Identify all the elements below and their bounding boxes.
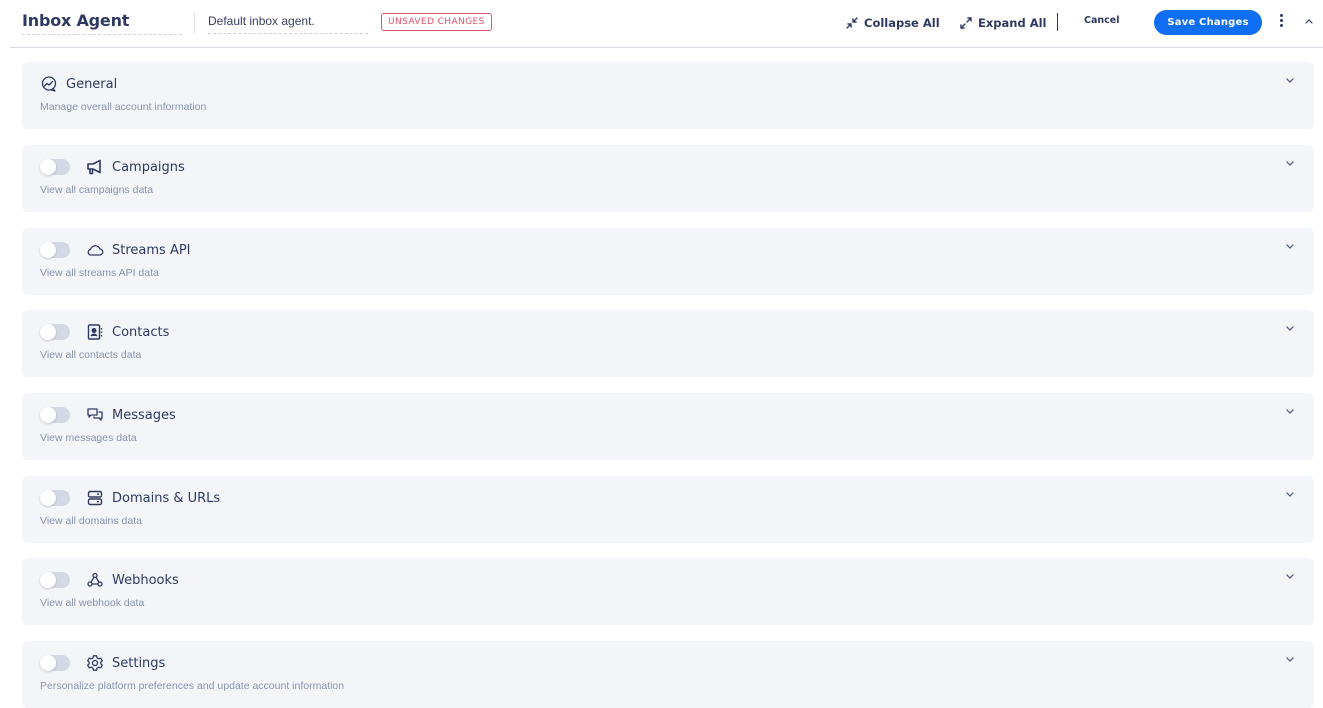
- top-bar: Inbox Agent Default inbox agent. UNSAVED…: [10, 0, 1323, 48]
- section-title: Contacts: [112, 324, 170, 340]
- section-domains-urls[interactable]: Domains & URLs View all domains data: [22, 476, 1314, 543]
- section-streams-api[interactable]: Streams API View all streams API data: [22, 228, 1314, 295]
- save-changes-button[interactable]: Save Changes: [1154, 10, 1262, 35]
- toggle-knob: [40, 324, 56, 340]
- section-toggle[interactable]: [40, 655, 70, 671]
- section-webhooks[interactable]: Webhooks View all webhook data: [22, 558, 1314, 625]
- section-subtitle: View all domains data: [40, 515, 142, 527]
- section-toggle[interactable]: [40, 159, 70, 175]
- toggle-knob: [40, 242, 56, 258]
- chat-bubbles-icon: [86, 406, 104, 424]
- section-toggle[interactable]: [40, 242, 70, 258]
- section-toggle[interactable]: [40, 490, 70, 506]
- expand-all-button[interactable]: Expand All: [960, 14, 1046, 32]
- cancel-button[interactable]: Cancel: [1084, 15, 1119, 26]
- section-title: Webhooks: [112, 572, 179, 588]
- chevron-down-icon[interactable]: [1284, 490, 1296, 500]
- section-campaigns[interactable]: Campaigns View all campaigns data: [22, 145, 1314, 212]
- section-toggle[interactable]: [40, 324, 70, 340]
- section-subtitle: View all streams API data: [40, 267, 159, 279]
- toggle-knob: [40, 572, 56, 588]
- section-title: Campaigns: [112, 159, 185, 175]
- toggle-knob: [40, 407, 56, 423]
- section-header[interactable]: Webhooks: [40, 570, 179, 590]
- agent-title-input[interactable]: Inbox Agent: [22, 11, 182, 35]
- chevron-down-icon[interactable]: [1284, 655, 1296, 665]
- collapse-all-button[interactable]: Collapse All: [846, 14, 940, 32]
- agent-description-input[interactable]: Default inbox agent.: [208, 14, 368, 34]
- divider: [1057, 13, 1058, 31]
- divider: [194, 13, 195, 33]
- section-messages[interactable]: Messages View messages data: [22, 393, 1314, 460]
- toggle-knob: [40, 655, 56, 671]
- expand-all-label: Expand All: [978, 16, 1047, 30]
- section-subtitle: View all webhook data: [40, 597, 145, 609]
- toggle-knob: [40, 490, 56, 506]
- section-header[interactable]: Campaigns: [40, 157, 185, 177]
- chevron-down-icon[interactable]: [1284, 242, 1296, 252]
- megaphone-icon: [86, 158, 104, 176]
- section-header[interactable]: Contacts: [40, 322, 169, 342]
- chevron-down-icon[interactable]: [1284, 76, 1296, 86]
- webhook-icon: [86, 571, 104, 589]
- chevron-down-icon[interactable]: [1284, 572, 1296, 582]
- section-header[interactable]: Domains & URLs: [40, 488, 220, 508]
- section-title: Messages: [112, 407, 176, 423]
- chevron-down-icon[interactable]: [1284, 407, 1296, 417]
- more-options-icon[interactable]: [1276, 12, 1286, 32]
- contact-book-icon: [86, 323, 104, 341]
- section-subtitle: Manage overall account information: [40, 101, 207, 113]
- section-subtitle: View all contacts data: [40, 349, 142, 361]
- section-toggle[interactable]: [40, 572, 70, 588]
- section-header[interactable]: Streams API: [40, 240, 191, 260]
- section-header[interactable]: Messages: [40, 405, 176, 425]
- chevron-down-icon[interactable]: [1284, 159, 1296, 169]
- toggle-knob: [40, 159, 56, 175]
- section-subtitle: Personalize platform preferences and upd…: [40, 680, 345, 692]
- section-subtitle: View messages data: [40, 432, 137, 444]
- gear-icon: [86, 654, 104, 672]
- section-title: Streams API: [112, 242, 191, 258]
- expand-icon: [960, 17, 972, 29]
- server-icon: [86, 489, 104, 507]
- section-subtitle: View all campaigns data: [40, 184, 154, 196]
- section-toggle[interactable]: [40, 407, 70, 423]
- chevron-down-icon[interactable]: [1284, 324, 1296, 334]
- chevron-up-icon[interactable]: [1302, 14, 1316, 28]
- section-settings[interactable]: Settings Personalize platform preferences…: [22, 641, 1314, 708]
- collapse-icon: [846, 17, 858, 29]
- unsaved-changes-badge: UNSAVED CHANGES: [381, 13, 492, 31]
- section-header[interactable]: Settings: [40, 653, 165, 673]
- cloud-icon: [86, 241, 104, 259]
- section-title: Domains & URLs: [112, 490, 221, 506]
- chart-bubble-icon: [40, 75, 58, 93]
- collapse-all-label: Collapse All: [864, 16, 940, 30]
- section-header[interactable]: General: [40, 74, 117, 94]
- section-general[interactable]: General Manage overall account informatio…: [22, 62, 1314, 129]
- section-title: General: [66, 76, 118, 92]
- section-contacts[interactable]: Contacts View all contacts data: [22, 310, 1314, 377]
- section-title: Settings: [112, 655, 166, 671]
